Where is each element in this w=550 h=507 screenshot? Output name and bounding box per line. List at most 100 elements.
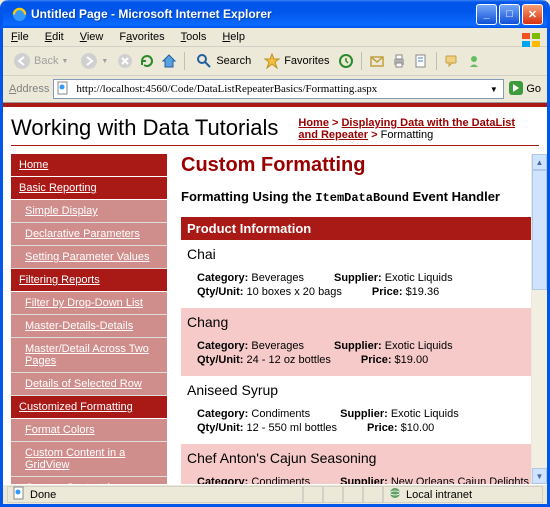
sidebar-item[interactable]: Setting Parameter Values bbox=[11, 246, 167, 269]
security-zone: Local intranet bbox=[383, 486, 543, 503]
scroll-down-button[interactable]: ▼ bbox=[532, 468, 547, 484]
menu-edit[interactable]: Edit bbox=[43, 30, 66, 44]
sidebar-link[interactable]: Declarative Parameters bbox=[25, 228, 140, 240]
sidebar-link[interactable]: Filter by Drop-Down List bbox=[25, 297, 143, 309]
menu-help[interactable]: Help bbox=[220, 30, 247, 44]
favorites-label: Favorites bbox=[284, 55, 329, 67]
go-button[interactable]: Go bbox=[508, 80, 541, 99]
qty-label: Qty/Unit: bbox=[197, 286, 243, 298]
sidebar-item[interactable]: Customized Formatting bbox=[11, 396, 167, 419]
vertical-scrollbar[interactable]: ▲ ▼ bbox=[531, 154, 547, 484]
page-title: Custom Formatting bbox=[181, 154, 543, 177]
sidebar-item[interactable]: Filtering Reports bbox=[11, 269, 167, 292]
site-title: Working with Data Tutorials bbox=[11, 115, 278, 141]
discuss-icon[interactable] bbox=[443, 52, 461, 70]
sidebar-link[interactable]: Master/Detail Across Two Pages bbox=[25, 343, 149, 367]
supplier-value: Exotic Liquids bbox=[385, 272, 453, 284]
qty-value: 12 - 550 ml bottles bbox=[247, 422, 338, 434]
sidebar-item[interactable]: Master-Details-Details bbox=[11, 315, 167, 338]
menu-favorites[interactable]: Favorites bbox=[117, 30, 166, 44]
breadcrumb-home[interactable]: Home bbox=[298, 117, 329, 129]
menu-tools[interactable]: Tools bbox=[179, 30, 209, 44]
scroll-thumb[interactable] bbox=[532, 170, 547, 290]
chevron-down-icon: ▼ bbox=[101, 58, 108, 65]
history-icon[interactable] bbox=[337, 52, 355, 70]
sidebar-item[interactable]: Format Colors bbox=[11, 419, 167, 442]
price-label: Price: bbox=[361, 354, 392, 366]
status-text: Done bbox=[30, 489, 56, 501]
minimize-button[interactable]: _ bbox=[476, 4, 497, 25]
edit-icon[interactable] bbox=[412, 52, 430, 70]
price-value: $19.00 bbox=[395, 354, 429, 366]
favorites-button[interactable]: Favorites bbox=[259, 50, 333, 72]
price-value: $10.00 bbox=[401, 422, 435, 434]
category-value: Beverages bbox=[251, 340, 304, 352]
browser-window: Untitled Page - Microsoft Internet Explo… bbox=[0, 0, 550, 507]
sidebar-link[interactable]: Master-Details-Details bbox=[25, 320, 133, 332]
address-dropdown[interactable]: ▼ bbox=[486, 85, 501, 94]
sidebar-item[interactable]: Basic Reporting bbox=[11, 177, 167, 200]
category-value: Condiments bbox=[251, 476, 310, 484]
sidebar-item[interactable]: Custom Content in a DetailsView bbox=[11, 477, 167, 484]
refresh-icon[interactable] bbox=[138, 52, 156, 70]
page-icon bbox=[56, 81, 70, 98]
zone-label: Local intranet bbox=[406, 489, 472, 501]
sidebar-link[interactable]: Details of Selected Row bbox=[25, 378, 142, 390]
back-button[interactable]: Back ▼ bbox=[9, 50, 72, 72]
category-label: Category: bbox=[197, 408, 248, 420]
forward-button[interactable]: ▼ bbox=[76, 50, 112, 72]
sidebar-link[interactable]: Customized Formatting bbox=[19, 401, 133, 413]
stop-icon[interactable] bbox=[116, 52, 134, 70]
sidebar-item[interactable]: Master/Detail Across Two Pages bbox=[11, 338, 167, 373]
menu-view[interactable]: View bbox=[78, 30, 106, 44]
messenger-icon[interactable] bbox=[465, 52, 483, 70]
window-buttons: _ □ ✕ bbox=[476, 4, 543, 25]
address-field[interactable]: ▼ bbox=[53, 79, 504, 99]
sidebar-link[interactable]: Home bbox=[19, 159, 48, 171]
main-panel: Custom Formatting Formatting Using the I… bbox=[167, 154, 547, 484]
forward-icon bbox=[80, 52, 98, 70]
scroll-up-button[interactable]: ▲ bbox=[532, 154, 547, 170]
section-header: Product Information bbox=[181, 217, 543, 240]
sidebar-link[interactable]: Format Colors bbox=[25, 424, 95, 436]
sidebar-link[interactable]: Setting Parameter Values bbox=[25, 251, 150, 263]
addressbar: Address ▼ Go bbox=[3, 76, 547, 103]
sidebar-link[interactable]: Filtering Reports bbox=[19, 274, 100, 286]
sidebar-link[interactable]: Simple Display bbox=[25, 205, 98, 217]
category-label: Category: bbox=[197, 272, 248, 284]
home-icon[interactable] bbox=[160, 52, 178, 70]
ie-icon bbox=[11, 6, 27, 22]
sidebar-link[interactable]: Custom Content in a GridView bbox=[25, 447, 125, 471]
sidebar-item[interactable]: Filter by Drop-Down List bbox=[11, 292, 167, 315]
product-item: Chef Anton's Cajun SeasoningCategory: Co… bbox=[181, 444, 543, 484]
qty-value: 24 - 12 oz bottles bbox=[247, 354, 331, 366]
supplier-label: Supplier: bbox=[340, 476, 388, 484]
window-title: Untitled Page - Microsoft Internet Explo… bbox=[31, 7, 476, 21]
back-label: Back bbox=[34, 55, 58, 67]
price-value: $19.36 bbox=[406, 286, 440, 298]
menu-file[interactable]: File bbox=[9, 30, 31, 44]
sidebar-link[interactable]: Basic Reporting bbox=[19, 182, 97, 194]
status-pane: Done bbox=[7, 486, 303, 503]
chevron-down-icon: ▼ bbox=[61, 58, 68, 65]
supplier-label: Supplier: bbox=[334, 272, 382, 284]
maximize-button[interactable]: □ bbox=[499, 4, 520, 25]
qty-label: Qty/Unit: bbox=[197, 422, 243, 434]
sidebar-item[interactable]: Simple Display bbox=[11, 200, 167, 223]
supplier-label: Supplier: bbox=[340, 408, 388, 420]
intranet-icon bbox=[388, 486, 402, 503]
search-button[interactable]: Search bbox=[191, 50, 255, 72]
close-button[interactable]: ✕ bbox=[522, 4, 543, 25]
breadcrumb-current: Formatting bbox=[381, 129, 434, 141]
sidebar-item[interactable]: Home bbox=[11, 154, 167, 177]
supplier-value: New Orleans Cajun Delights bbox=[391, 476, 529, 484]
sidebar-item[interactable]: Custom Content in a GridView bbox=[11, 442, 167, 477]
print-icon[interactable] bbox=[390, 52, 408, 70]
sidebar-item[interactable]: Declarative Parameters bbox=[11, 223, 167, 246]
mail-icon[interactable] bbox=[368, 52, 386, 70]
supplier-value: Exotic Liquids bbox=[391, 408, 459, 420]
titlebar: Untitled Page - Microsoft Internet Explo… bbox=[3, 0, 547, 28]
url-input[interactable] bbox=[74, 82, 482, 96]
sidebar-item[interactable]: Details of Selected Row bbox=[11, 373, 167, 396]
page-header: Working with Data Tutorials Home > Displ… bbox=[3, 107, 547, 145]
